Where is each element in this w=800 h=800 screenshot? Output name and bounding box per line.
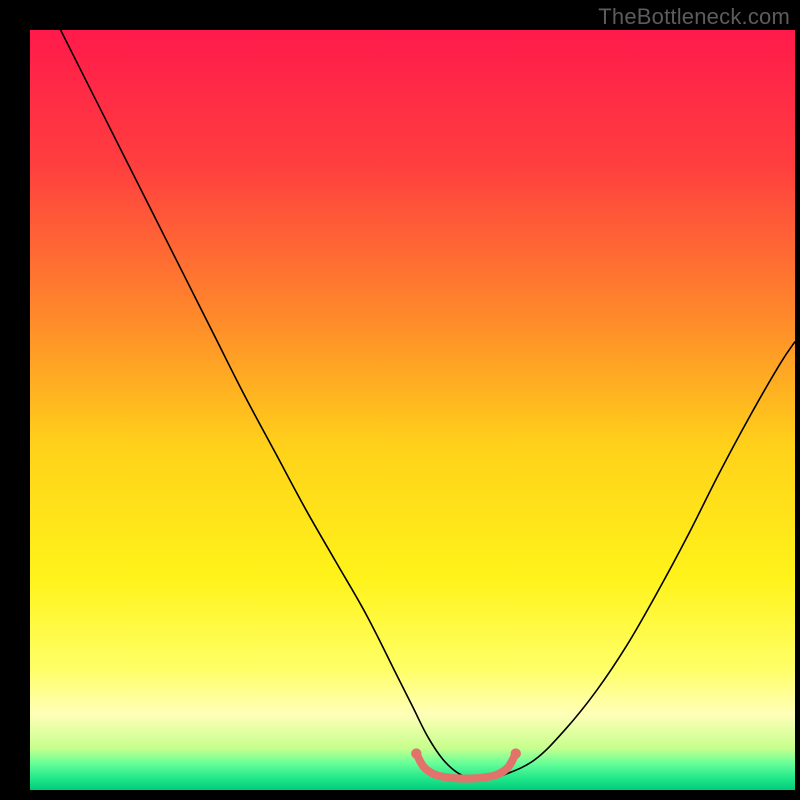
watermark-text: TheBottleneck.com bbox=[598, 4, 790, 30]
bottleneck-chart bbox=[0, 0, 800, 800]
marker-optimal-right-end bbox=[511, 748, 521, 758]
chart-frame: TheBottleneck.com bbox=[0, 0, 800, 800]
gradient-background bbox=[30, 30, 795, 790]
marker-optimal-left-end bbox=[411, 748, 421, 758]
